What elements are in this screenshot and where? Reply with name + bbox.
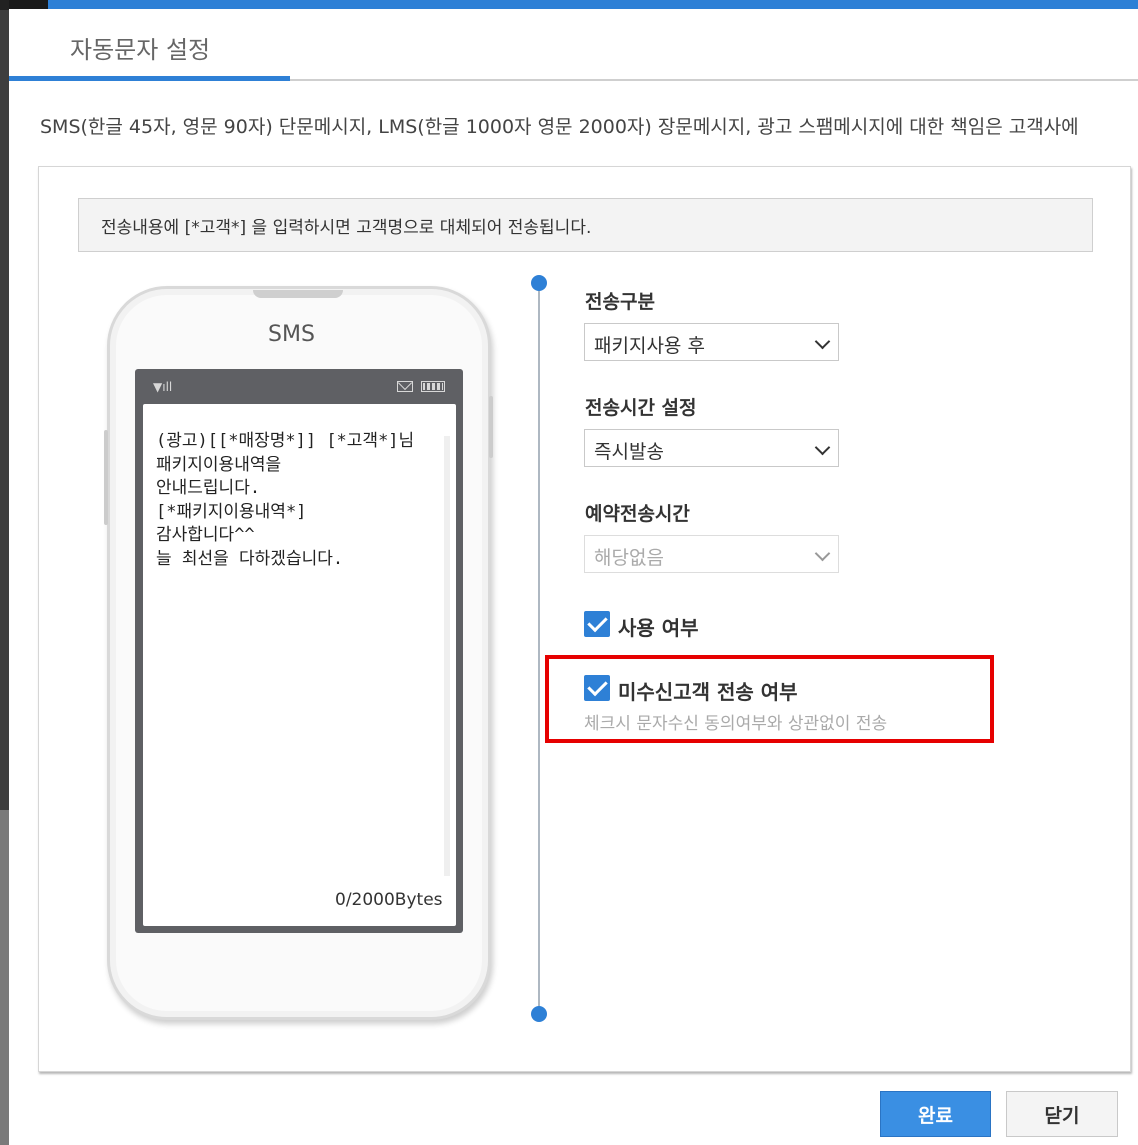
phone-status-bar: ▼ıll: [135, 372, 463, 402]
send-time-select[interactable]: 즉시발송: [584, 429, 839, 467]
non-consent-hint: 체크시 문자수신 동의여부와 상관없이 전송: [584, 714, 888, 734]
top-accent-bar: [9, 0, 1138, 9]
window-edge: [0, 0, 9, 1145]
chevron-down-icon: [814, 333, 831, 350]
chevron-down-icon: [814, 439, 831, 456]
send-type-label: 전송구분: [585, 291, 655, 313]
battery-icon: [421, 381, 445, 392]
send-type-select[interactable]: 패키지사용 후: [584, 323, 839, 361]
notice-text: SMS(한글 45자, 영문 90자) 단문메시지, LMS(한글 1000자 …: [40, 116, 1079, 138]
message-scrollbar[interactable]: [444, 436, 450, 876]
reserve-time-value: 해당없음: [594, 547, 664, 569]
send-time-value: 즉시발송: [594, 441, 664, 463]
message-area: 0/2000Bytes: [143, 404, 456, 926]
confirm-button[interactable]: 완료: [880, 1091, 991, 1137]
signal-icon: ▼ıll: [153, 380, 173, 394]
use-flag-checkbox[interactable]: [584, 611, 610, 637]
message-input[interactable]: [156, 430, 438, 866]
reserve-time-label: 예약전송시간: [585, 503, 690, 525]
chevron-down-icon: [814, 545, 831, 562]
close-button[interactable]: 닫기: [1006, 1091, 1118, 1137]
non-consent-label[interactable]: 미수신고객 전송 여부: [618, 676, 798, 705]
top-bar-corner: [9, 0, 48, 9]
byte-counter: 0/2000Bytes: [335, 890, 443, 910]
non-consent-checkbox[interactable]: [584, 675, 610, 701]
info-box-text: 전송내용에 [*고객*] 을 입력하시면 고객명으로 대체되어 전송됩니다.: [101, 218, 592, 238]
timeline-dot-bottom: [531, 1006, 547, 1022]
send-time-label: 전송시간 설정: [585, 397, 697, 419]
info-box: 전송내용에 [*고객*] 을 입력하시면 고객명으로 대체되어 전송됩니다.: [78, 198, 1093, 252]
reserve-time-select[interactable]: 해당없음: [584, 535, 839, 573]
phone-speaker: [253, 290, 343, 298]
timeline-dot-top: [531, 275, 547, 291]
send-type-value: 패키지사용 후: [594, 335, 705, 357]
timeline-line: [538, 283, 540, 1014]
title-active-tab-indicator: [9, 76, 290, 81]
phone-side-button: [104, 430, 108, 525]
phone-side-button: [489, 396, 493, 458]
dialog-title: 자동문자 설정: [70, 36, 211, 64]
mail-icon: [397, 381, 413, 392]
use-flag-label[interactable]: 사용 여부: [618, 612, 699, 641]
phone-type-label: SMS: [268, 322, 315, 347]
